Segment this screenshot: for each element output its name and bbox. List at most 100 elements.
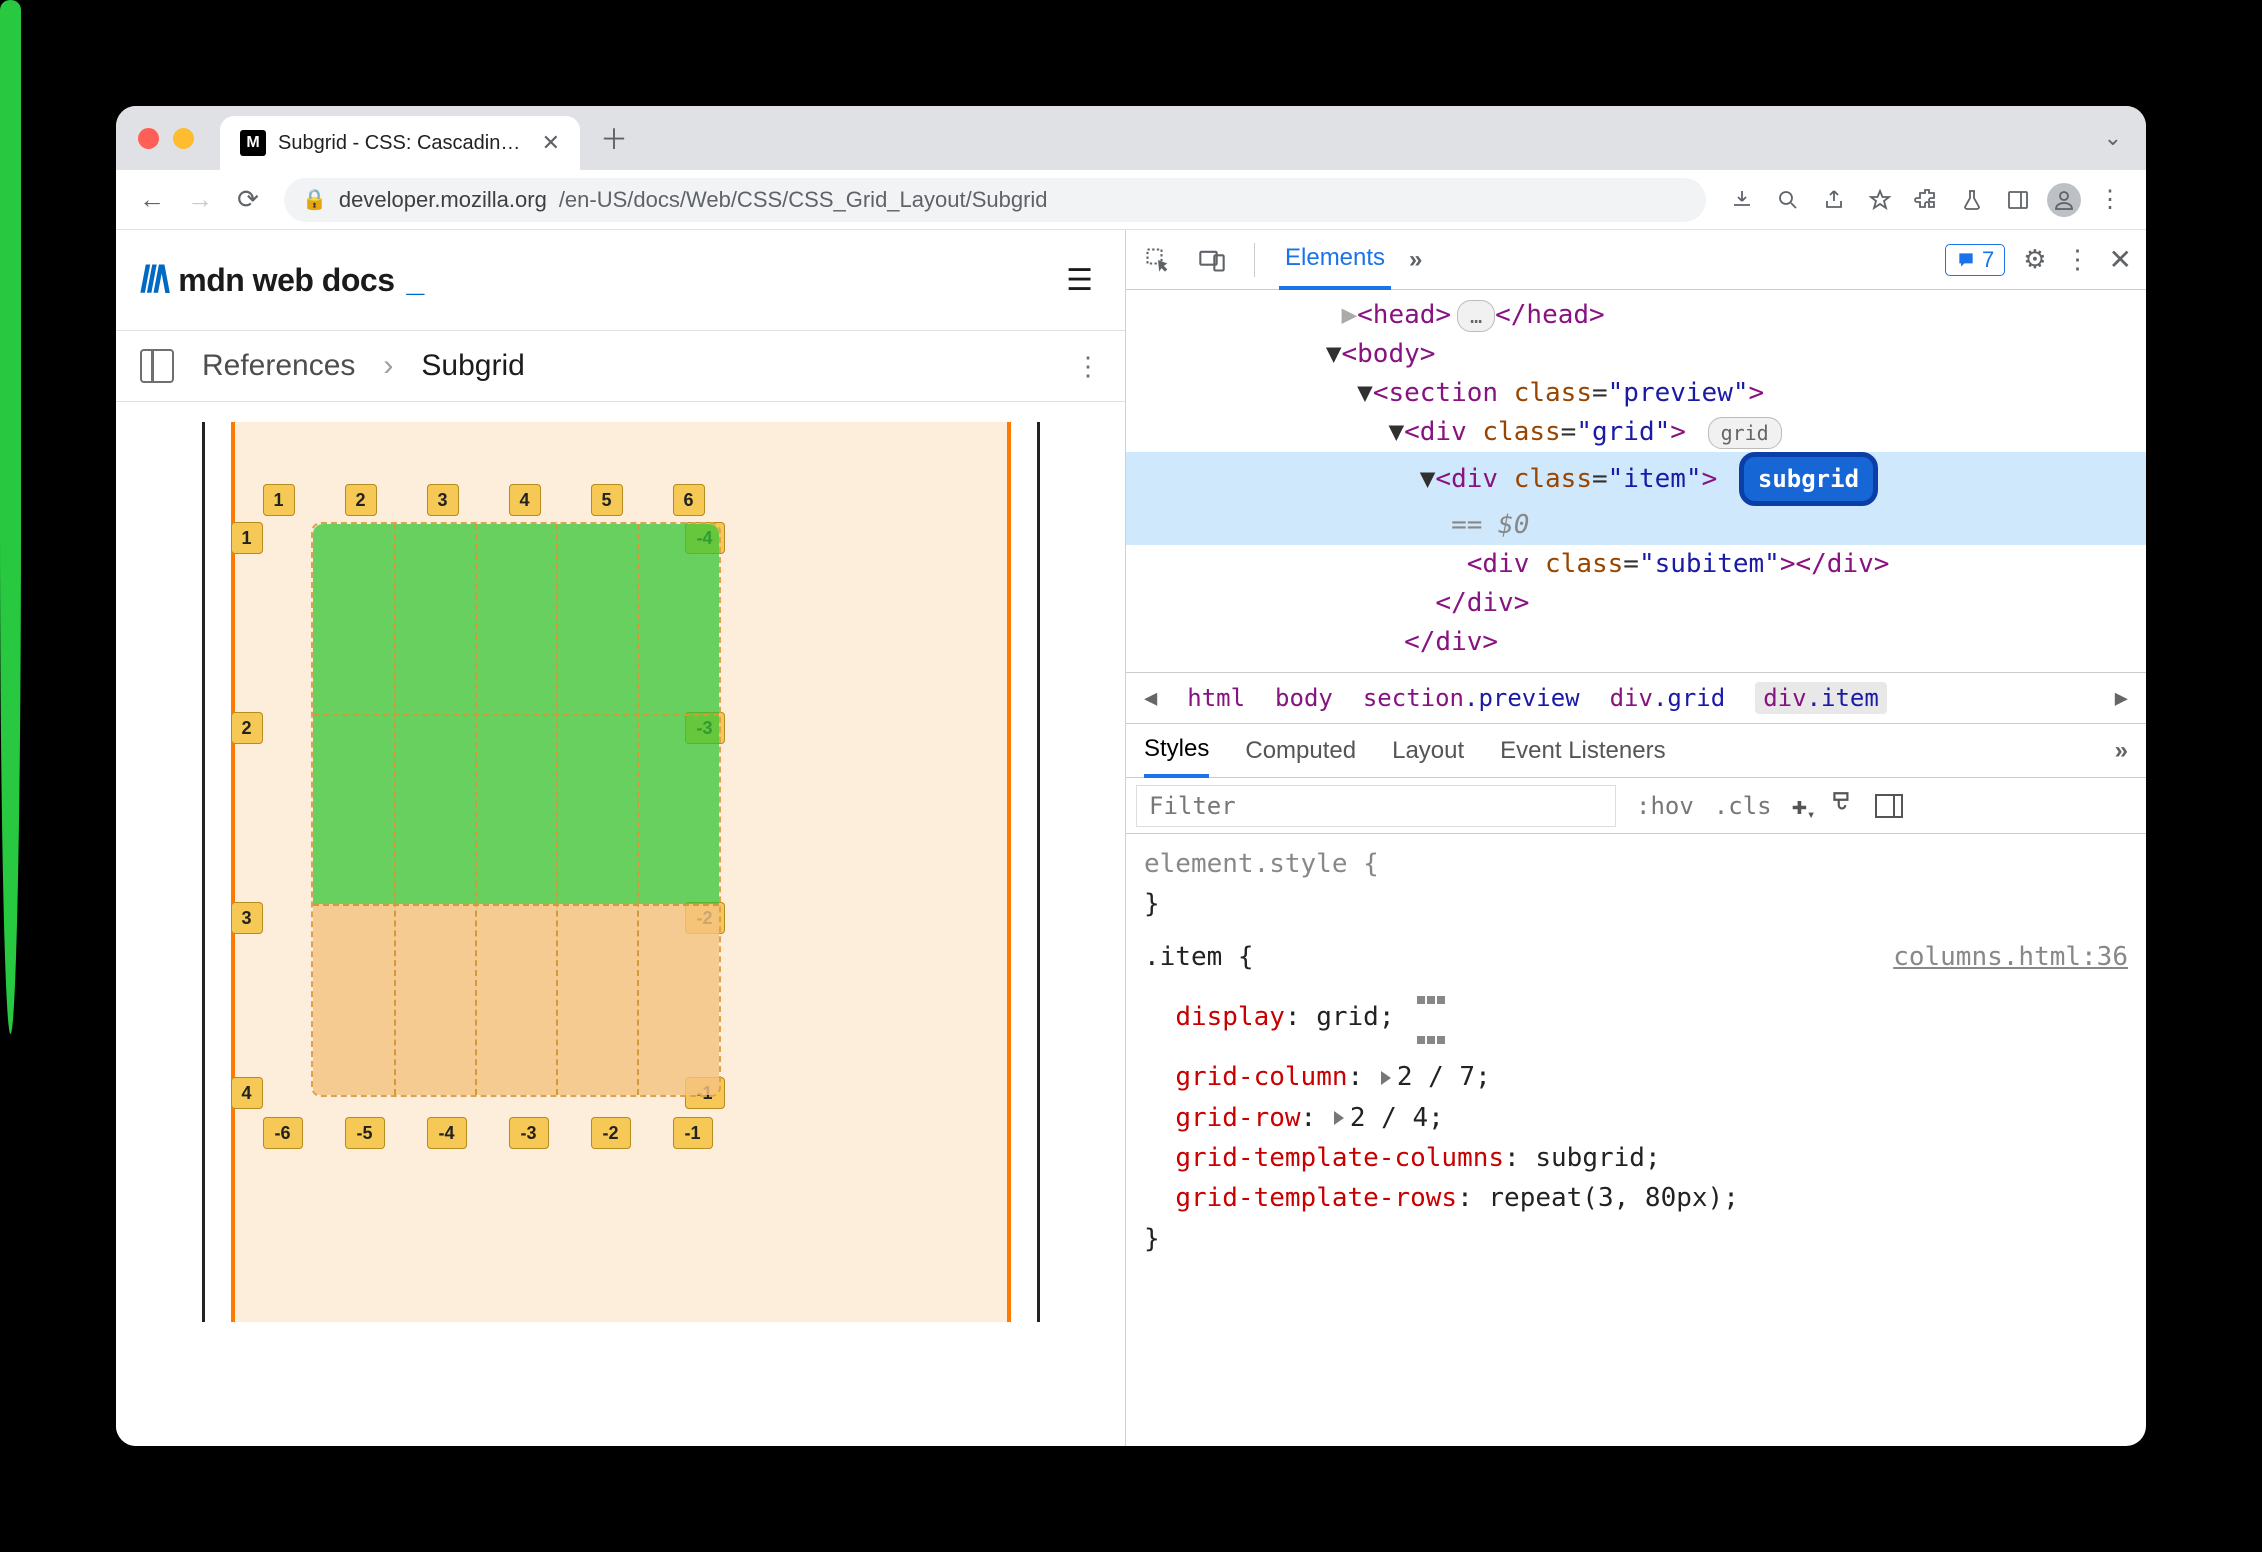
dom-tree[interactable]: ▶<head>…</head> ▼<body> ▼<section class=… [1126, 290, 2146, 672]
css-prop[interactable]: grid-column [1175, 1062, 1347, 1092]
new-style-rule-button[interactable]: ✚▾ [1792, 791, 1808, 821]
grid-line [556, 524, 558, 1095]
article-menu-button[interactable]: ⋮ [1075, 351, 1101, 382]
dom-row[interactable]: ▼<div class="grid"> grid [1126, 413, 2146, 452]
url-host: developer.mozilla.org [339, 187, 547, 213]
crumb-scroll-left[interactable]: ◀ [1144, 686, 1157, 711]
avatar-icon [2047, 183, 2081, 217]
computed-panel-icon[interactable] [1875, 794, 1903, 818]
dom-row[interactable]: </div> [1126, 623, 2146, 662]
styles-tab[interactable]: Styles [1144, 724, 1209, 778]
mdn-header: ///\ mdn web docs _ ☰ [116, 230, 1125, 330]
url-box[interactable]: 🔒 developer.mozilla.org/en-US/docs/Web/C… [284, 178, 1706, 222]
elements-tab[interactable]: Elements [1279, 230, 1391, 290]
grid-col-label: -6 [263, 1117, 303, 1149]
browser-tab[interactable]: M Subgrid - CSS: Cascading Styl… ✕ [220, 116, 580, 170]
labs-icon[interactable] [1952, 180, 1992, 220]
breadcrumb-current: Subgrid [421, 349, 524, 383]
paint-icon[interactable] [1829, 790, 1855, 822]
close-tab-button[interactable]: ✕ [542, 130, 560, 156]
grid-editor-icon[interactable] [1416, 977, 1446, 1058]
lock-icon: 🔒 [302, 187, 327, 212]
css-prop[interactable]: display [1175, 1002, 1285, 1032]
hamburger-button[interactable]: ☰ [1066, 263, 1093, 298]
grid-col-label: 2 [345, 484, 377, 516]
device-toolbar-icon[interactable] [1194, 242, 1230, 278]
rule-close: } [1144, 1224, 1160, 1254]
dom-row[interactable]: ▼<section class="preview"> [1126, 374, 2146, 413]
mdn-logo[interactable]: ///\ mdn web docs _ [140, 259, 424, 302]
bookmark-icon[interactable] [1860, 180, 1900, 220]
crumb-scroll-right[interactable]: ▶ [2115, 686, 2128, 711]
install-app-icon[interactable] [1722, 180, 1762, 220]
css-rules-panel[interactable]: element.style { } .item { columns.html:3… [1126, 834, 2146, 1446]
hover-states-button[interactable]: :hov [1636, 792, 1694, 820]
layout-tab[interactable]: Layout [1392, 737, 1464, 765]
share-icon[interactable] [1814, 180, 1854, 220]
grid-col-label: 5 [591, 484, 623, 516]
css-val[interactable]: 2 / 7 [1397, 1062, 1475, 1092]
css-prop[interactable]: grid-row [1175, 1103, 1300, 1133]
css-val[interactable]: 2 / 4 [1350, 1103, 1428, 1133]
window-controls [138, 128, 194, 149]
styles-tabbar: Styles Computed Layout Event Listeners » [1126, 724, 2146, 778]
crumb-current[interactable]: div.item [1755, 682, 1887, 714]
inspect-element-icon[interactable] [1140, 242, 1176, 278]
minimize-window-button[interactable] [173, 128, 194, 149]
rule-selector[interactable]: .item { [1144, 942, 1254, 972]
subgrid-badge[interactable]: subgrid [1739, 452, 1878, 506]
breadcrumb-references[interactable]: References [202, 349, 355, 383]
styles-filter-input[interactable]: Filter [1136, 785, 1616, 827]
grid-col-label: 6 [673, 484, 705, 516]
more-tabs-button[interactable]: » [1409, 246, 1422, 274]
sidebar-toggle-icon[interactable] [140, 349, 174, 383]
expand-icon[interactable] [1334, 1111, 1344, 1125]
elements-tab-label: Elements [1285, 244, 1385, 272]
css-prop[interactable]: grid-template-rows [1175, 1183, 1457, 1213]
crumb[interactable]: div.grid [1610, 684, 1726, 712]
extensions-icon[interactable] [1906, 180, 1946, 220]
css-val[interactable]: grid [1316, 1002, 1379, 1032]
issues-button[interactable]: 7 [1945, 244, 2005, 276]
new-tab-button[interactable]: ＋ [592, 116, 636, 160]
expand-icon[interactable] [1381, 1071, 1391, 1085]
reload-button[interactable]: ⟳ [228, 180, 268, 220]
content-split: ///\ mdn web docs _ ☰ References › Subgr… [116, 230, 2146, 1446]
css-val[interactable]: subgrid [1535, 1143, 1645, 1173]
settings-icon[interactable]: ⚙ [2023, 244, 2046, 275]
forward-button[interactable]: → [180, 180, 220, 220]
grid-row-label: 4 [231, 1077, 263, 1109]
css-val[interactable]: repeat(3, 80px) [1488, 1183, 1723, 1213]
element-style-selector[interactable]: element.style { [1144, 849, 1379, 879]
close-window-button[interactable] [138, 128, 159, 149]
rule-source-link[interactable]: columns.html:36 [1893, 937, 2128, 977]
profile-button[interactable] [2044, 180, 2084, 220]
chrome-menu-button[interactable]: ⋮ [2090, 180, 2130, 220]
side-panel-icon[interactable] [1998, 180, 2038, 220]
dom-row[interactable]: ▼<body> [1126, 335, 2146, 374]
dom-row[interactable]: <div class="subitem"></div> [1126, 545, 2146, 584]
devtools-tabbar: Elements » 7 ⚙ ⋮ ✕ [1126, 230, 2146, 290]
computed-tab[interactable]: Computed [1245, 737, 1356, 765]
css-prop[interactable]: grid-template-columns [1175, 1143, 1504, 1173]
dom-row[interactable]: ▶<head>…</head> [1126, 296, 2146, 335]
dom-row-selected[interactable]: ▼<div class="item"> subgrid [1126, 452, 2146, 506]
more-style-tabs[interactable]: » [2115, 737, 2128, 765]
zoom-icon[interactable] [1768, 180, 1808, 220]
back-button[interactable]: ← [132, 180, 172, 220]
grid-badge[interactable]: grid [1708, 417, 1782, 449]
event-listeners-tab[interactable]: Event Listeners [1500, 737, 1665, 765]
devtools-menu-icon[interactable]: ⋮ [2065, 244, 2091, 275]
grid-col-label: -1 [673, 1117, 713, 1149]
page: ///\ mdn web docs _ ☰ References › Subgr… [116, 230, 1126, 1446]
close-devtools-icon[interactable]: ✕ [2109, 243, 2132, 276]
crumb[interactable]: body [1275, 684, 1333, 712]
cls-button[interactable]: .cls [1714, 792, 1772, 820]
dom-breadcrumbs[interactable]: ◀ html body section.preview div.grid div… [1126, 672, 2146, 724]
dom-row[interactable]: </div> [1126, 584, 2146, 623]
tabs-dropdown-button[interactable]: ⌄ [2104, 125, 2122, 151]
grid-row-label: 2 [231, 712, 263, 744]
crumb[interactable]: html [1187, 684, 1245, 712]
crumb[interactable]: section.preview [1363, 684, 1580, 712]
filter-placeholder: Filter [1149, 792, 1236, 820]
